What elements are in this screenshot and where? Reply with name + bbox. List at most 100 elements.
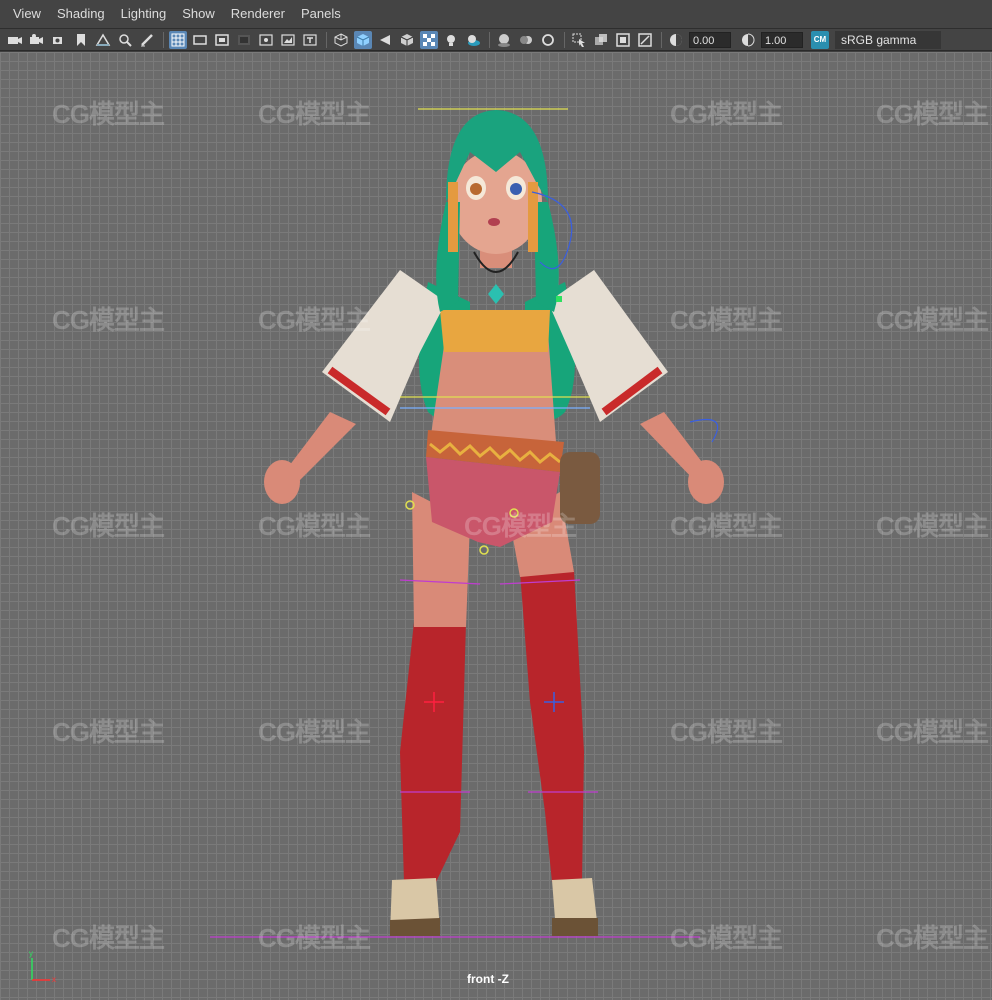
grease-pencil-icon[interactable]: [138, 31, 156, 49]
select-camera-icon[interactable]: [6, 31, 24, 49]
watermark-text: CG模型主: [670, 923, 783, 953]
watermark: CG模型主: [52, 712, 165, 749]
watermark-text: CG模型主: [258, 305, 371, 335]
watermark-text: CG模型主: [670, 99, 783, 129]
gamma-icon[interactable]: [739, 31, 757, 49]
rig-selected-point: [556, 296, 562, 302]
resolution-gate-icon[interactable]: [213, 31, 231, 49]
safe-title-icon[interactable]: [301, 31, 319, 49]
menu-shading[interactable]: Shading: [49, 0, 113, 28]
watermark-text: CG模型主: [52, 99, 165, 129]
watermark: CG模型主: [258, 300, 371, 337]
watermark-text: CG模型主: [876, 717, 989, 747]
xray-active-components-icon[interactable]: [614, 31, 632, 49]
svg-text:y: y: [29, 949, 33, 958]
maya-viewport-window: View Shading Lighting Show Renderer Pane…: [0, 0, 992, 1000]
view-transform-dropdown[interactable]: sRGB gamma: [835, 30, 941, 49]
image-plane-icon[interactable]: [94, 31, 112, 49]
right-stocking: [520, 570, 584, 882]
3d-viewport[interactable]: CG模型主 CG模型主 CG模型主 CG模型主 CG模型主 CG模型主 CG模型…: [0, 52, 992, 1000]
right-iris: [510, 183, 522, 195]
watermark: CG模型主: [52, 94, 165, 131]
watermark-text: CG模型主: [670, 511, 783, 541]
menu-view[interactable]: View: [0, 0, 49, 28]
right-hand: [688, 460, 724, 504]
xray-icon[interactable]: [592, 31, 610, 49]
use-all-lights-icon[interactable]: [442, 31, 460, 49]
watermark: CG模型主: [670, 918, 783, 955]
watermark: CG模型主: [876, 300, 989, 337]
camera-attributes-icon[interactable]: [28, 31, 46, 49]
watermark-text: CG模型主: [876, 511, 989, 541]
watermark: CG模型主: [670, 712, 783, 749]
2d-pan-zoom-icon[interactable]: [116, 31, 134, 49]
hair-tie-left: [448, 182, 458, 252]
watermark-text: CG模型主: [876, 305, 989, 335]
watermark-text: CG模型主: [52, 511, 165, 541]
smooth-shade-icon[interactable]: [354, 30, 372, 49]
toolbar-separator: [489, 31, 490, 48]
wireframe-icon[interactable]: [332, 31, 350, 49]
camera-name-label: front -Z: [467, 972, 509, 986]
textured-icon[interactable]: [420, 30, 438, 49]
watermark: CG模型主: [464, 506, 577, 543]
rig-hand-curve: [689, 418, 718, 443]
watermark-text: CG模型主: [52, 717, 165, 747]
shadows-icon[interactable]: [464, 31, 482, 49]
exposure-field[interactable]: 0.00: [689, 31, 731, 48]
wireframe-on-shaded-icon[interactable]: [398, 31, 416, 49]
watermark-text: CG模型主: [52, 923, 165, 953]
safe-action-icon[interactable]: [279, 31, 297, 49]
menu-show[interactable]: Show: [174, 0, 223, 28]
view-axis-indicator: y x: [24, 948, 64, 988]
menu-panels[interactable]: Panels: [293, 0, 349, 28]
watermark: CG模型主: [876, 712, 989, 749]
watermark-text: CG模型主: [258, 511, 371, 541]
watermark: CG模型主: [258, 918, 371, 955]
bookmark-icon[interactable]: [72, 31, 90, 49]
watermark: CG模型主: [52, 506, 165, 543]
watermark: CG模型主: [670, 300, 783, 337]
multisample-aa-icon[interactable]: [539, 31, 557, 49]
color-management-badge-text: CM: [813, 35, 827, 44]
grid-icon[interactable]: [169, 30, 187, 49]
default-material-icon[interactable]: [376, 31, 394, 49]
xray-joints-icon[interactable]: [636, 31, 654, 49]
gate-mask-icon[interactable]: [235, 31, 253, 49]
svg-text:x: x: [52, 975, 56, 984]
watermark: CG模型主: [670, 506, 783, 543]
gamma-field[interactable]: 1.00: [761, 31, 803, 48]
necklace-gem: [488, 284, 504, 304]
motion-blur-icon[interactable]: [517, 31, 535, 49]
watermark-text: CG模型主: [670, 717, 783, 747]
toolbar-separator: [661, 31, 662, 48]
watermark: CG模型主: [258, 506, 371, 543]
watermark: CG模型主: [258, 712, 371, 749]
isolate-select-icon[interactable]: [570, 31, 588, 49]
toolbar-separator: [564, 31, 565, 48]
color-management-icon[interactable]: CM: [811, 30, 829, 49]
watermark-text: CG模型主: [258, 99, 371, 129]
bookmarks-icon[interactable]: [50, 31, 68, 49]
left-sole: [390, 918, 440, 936]
toolbar-separator: [326, 31, 327, 48]
left-stocking: [400, 622, 466, 882]
watermark: CG模型主: [876, 918, 989, 955]
crop-top: [440, 310, 550, 352]
watermark-text: CG模型主: [258, 923, 371, 953]
watermark: CG模型主: [670, 94, 783, 131]
panel-toolbar: 0.00 1.00 CM sRGB gamma: [0, 29, 992, 51]
toolbar-separator: [163, 31, 164, 48]
left-hand: [264, 460, 300, 504]
watermark: CG模型主: [876, 506, 989, 543]
watermark: CG模型主: [258, 94, 371, 131]
left-iris: [470, 183, 482, 195]
watermark-text: CG模型主: [876, 99, 989, 129]
menu-renderer[interactable]: Renderer: [223, 0, 293, 28]
menu-lighting[interactable]: Lighting: [113, 0, 175, 28]
mouth: [488, 218, 500, 226]
field-chart-icon[interactable]: [257, 31, 275, 49]
exposure-icon[interactable]: [667, 31, 685, 49]
film-gate-icon[interactable]: [191, 31, 209, 49]
screen-space-ao-icon[interactable]: [495, 31, 513, 49]
